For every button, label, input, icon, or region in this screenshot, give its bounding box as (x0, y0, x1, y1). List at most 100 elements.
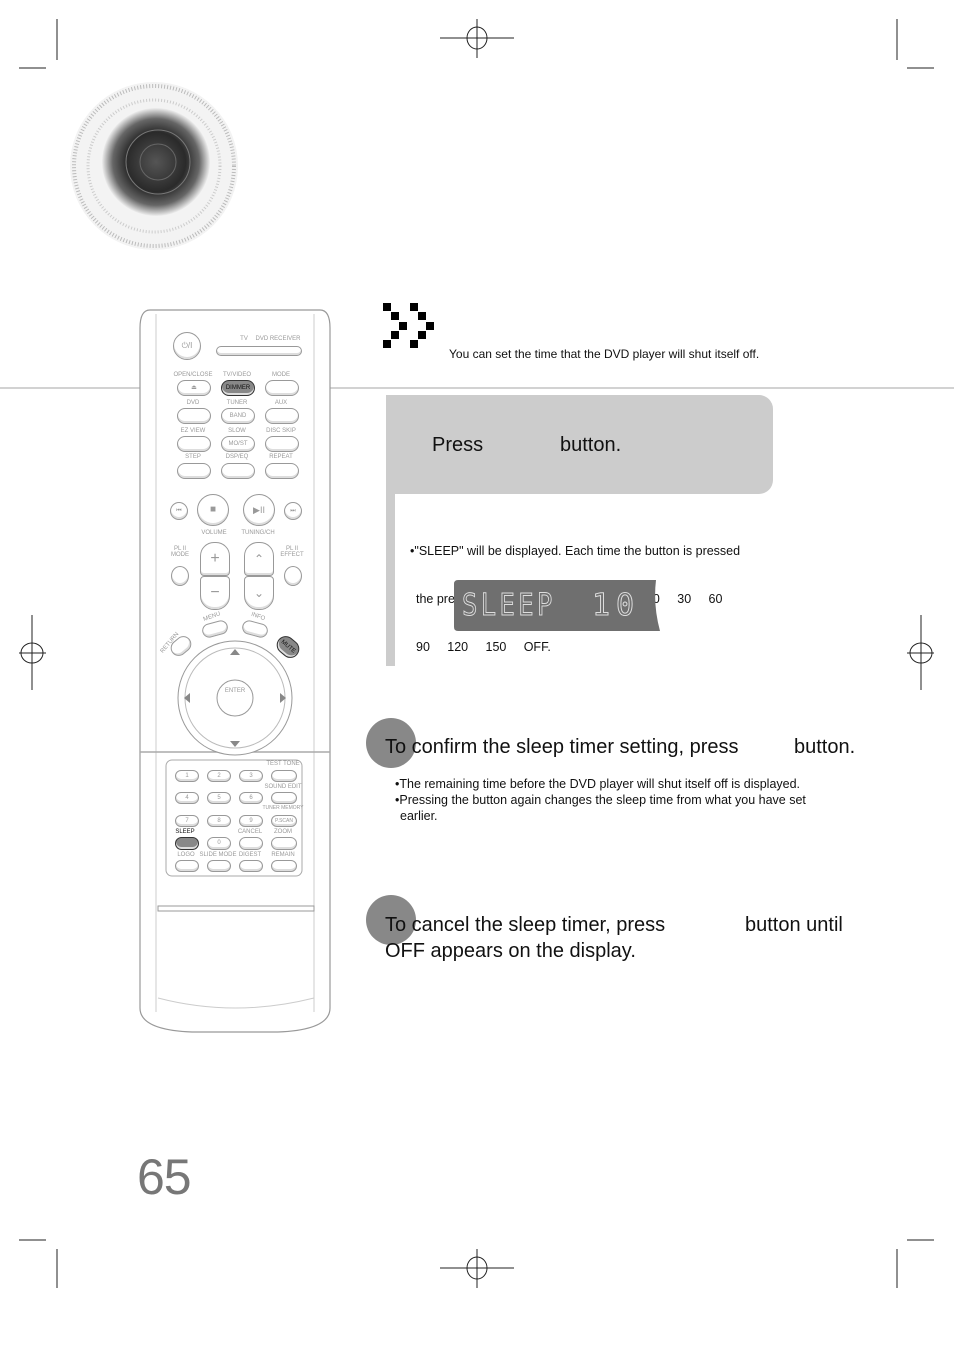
step-button[interactable] (177, 463, 211, 479)
aux-button[interactable] (265, 408, 299, 424)
lcd-value-text: 10 (591, 588, 641, 624)
power-button[interactable]: ⏻/I (173, 332, 201, 360)
registration-mark-bottom (440, 1249, 514, 1288)
band-button[interactable]: BAND (221, 408, 255, 424)
dvd-label: DVD (186, 400, 200, 406)
volume-down-button[interactable]: − (200, 576, 230, 610)
number-9-button[interactable]: 9 (239, 815, 263, 827)
play-pause-button[interactable]: ▶II (243, 494, 275, 526)
number-5-button[interactable]: 5 (207, 792, 231, 804)
step2-text-after: button. (794, 736, 856, 758)
page-number: 65 (137, 1149, 192, 1205)
pl-mode-label: PL II MODE (171, 546, 189, 558)
number-4-button[interactable]: 4 (175, 792, 199, 804)
step2-text-before: To confirm the sleep timer setting, pres… (385, 736, 739, 758)
zoom-label: ZOOM (274, 829, 292, 835)
registration-mark-left (19, 615, 46, 690)
sound-edit-button[interactable] (271, 792, 297, 804)
tuning-label: TUNING/CH (241, 530, 275, 536)
mode-label: MODE (272, 372, 290, 378)
test-tone-button[interactable] (271, 770, 297, 782)
repeat-label: REPEAT (269, 454, 293, 460)
pl-effect-label: PL II EFFECT (280, 546, 304, 558)
number-8-button[interactable]: 8 (207, 815, 231, 827)
aux-label: AUX (274, 400, 288, 406)
tv-video-label: TV/VIDEO (222, 372, 252, 378)
enter-label[interactable]: ENTER (225, 688, 245, 694)
lcd-sleep-text: SLEEP (462, 588, 556, 624)
sleep-button[interactable] (175, 837, 199, 850)
dvd-receiver-label: DVD RECEIVER (255, 336, 301, 342)
remote-control: ⏻/I TV DVD RECEIVER OPEN/CLOSE TV/VIDEO … (138, 308, 332, 1034)
pscan-button[interactable]: P.SCAN (271, 815, 297, 827)
number-3-button[interactable]: 3 (239, 770, 263, 782)
registration-mark-right (907, 615, 934, 690)
step2-note-line: earlier. (400, 809, 438, 823)
tuning-down-button[interactable]: ⌄ (244, 576, 274, 610)
step1-note-line: 90 120 150 OFF. (416, 640, 551, 654)
sound-edit-label: SOUND EDIT (264, 784, 302, 790)
speaker-graphic (70, 82, 238, 250)
open-close-label: OPEN/CLOSE (173, 372, 213, 378)
step1-button-text: button. (560, 434, 622, 456)
digest-button[interactable] (239, 860, 263, 872)
number-7-button[interactable]: 7 (175, 815, 199, 827)
logo-label: LOGO (177, 852, 195, 858)
stop-button[interactable]: ■ (197, 494, 229, 526)
skip-forward-button[interactable]: ⏭ (284, 502, 302, 520)
tuner-label: TUNER (226, 400, 248, 406)
step3-text-after: button until (745, 914, 843, 936)
number-0-button[interactable]: 0 (207, 837, 231, 850)
step1-sidebar (386, 494, 395, 666)
dsp-eq-label: DSP/EQ (225, 454, 249, 460)
step1-press-text: Press (432, 434, 484, 456)
slide-mode-button[interactable] (207, 860, 231, 872)
open-close-button[interactable]: ⏏ (177, 380, 211, 396)
cancel-button[interactable] (239, 837, 263, 850)
ez-view-label: EZ VIEW (180, 428, 206, 434)
ez-view-button[interactable] (177, 436, 211, 452)
number-6-button[interactable]: 6 (239, 792, 263, 804)
logo-button[interactable] (175, 860, 199, 872)
tuner-memory-label: TUNER MEMORY (262, 805, 304, 811)
digest-label: DIGEST (238, 852, 262, 858)
registration-mark-top (440, 19, 514, 58)
number-1-button[interactable]: 1 (175, 770, 199, 782)
dsp-eq-button[interactable] (221, 463, 255, 479)
step2-instruction: To confirm the sleep timer setting, pres… (385, 734, 738, 760)
number-2-button[interactable]: 2 (207, 770, 231, 782)
pl-effect-button[interactable] (284, 566, 302, 586)
remain-button[interactable] (271, 860, 297, 872)
step3-line2: OFF appears on the display. (385, 940, 636, 962)
slide-mode-label: SLIDE MODE (199, 852, 237, 858)
mode-button[interactable] (265, 380, 299, 396)
pl-mode-button[interactable] (171, 566, 189, 586)
sleep-label: SLEEP (175, 829, 195, 835)
step1-note-line: •"SLEEP" will be displayed. Each time th… (410, 544, 741, 558)
navigation-ring[interactable] (175, 638, 295, 758)
dvd-button[interactable] (177, 408, 211, 424)
dimmer-button[interactable]: DIMMER (221, 380, 255, 396)
lcd-display: SLEEP 10 (454, 580, 660, 631)
test-tone-label: TEST TONE (266, 761, 300, 767)
source-selector[interactable] (216, 346, 302, 356)
disc-skip-label: DISC SKIP (266, 428, 296, 434)
step2-notes: •The remaining time before the DVD playe… (395, 776, 806, 824)
step2-note-line: •The remaining time before the DVD playe… (395, 777, 801, 791)
slow-label: SLOW (228, 428, 246, 434)
tuning-up-button[interactable]: ⌃ (244, 542, 274, 576)
volume-label: VOLUME (201, 530, 227, 536)
cancel-label: CANCEL (237, 829, 263, 835)
zoom-button[interactable] (271, 837, 297, 850)
step3-text-before: To cancel the sleep timer, press (385, 914, 666, 936)
step-label: STEP (185, 454, 201, 460)
disc-skip-button[interactable] (265, 436, 299, 452)
mo-st-button[interactable]: MO/ST (221, 436, 255, 452)
double-chevron-icon (383, 303, 434, 348)
volume-up-button[interactable]: + (200, 542, 230, 576)
section-subtitle: You can set the time that the DVD player… (449, 347, 760, 361)
tv-label: TV (240, 336, 248, 342)
repeat-button[interactable] (265, 463, 299, 479)
skip-back-button[interactable]: ⏮ (170, 502, 188, 520)
step2-note-line: •Pressing the button again changes the s… (395, 793, 806, 807)
